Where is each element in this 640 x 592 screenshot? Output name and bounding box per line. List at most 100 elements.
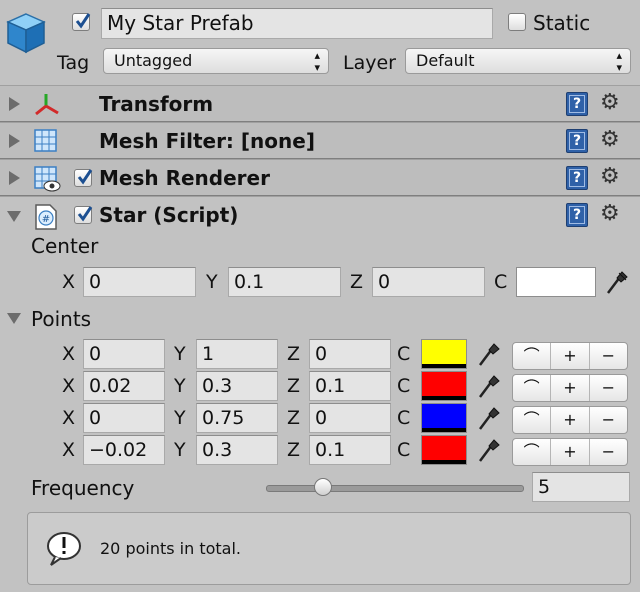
component-title: Mesh Renderer (99, 166, 270, 190)
layer-label: Layer (343, 52, 396, 74)
static-checkbox[interactable] (508, 13, 526, 31)
gear-icon[interactable]: ⚙ (600, 165, 620, 189)
point-x-field[interactable]: 0 (83, 403, 165, 433)
foldout-collapsed-icon[interactable] (9, 97, 20, 111)
center-z-field[interactable]: 0 (372, 267, 485, 297)
eyedropper-icon[interactable] (474, 403, 502, 433)
axis-label-c: C (397, 407, 411, 429)
point-z-field[interactable]: 0.1 (309, 435, 391, 465)
component-title: Transform (99, 92, 214, 116)
help-book-icon[interactable]: ? (566, 166, 588, 190)
help-book-icon[interactable]: ? (566, 129, 588, 153)
frequency-slider-thumb[interactable] (313, 478, 332, 496)
delete-point-button[interactable]: − (590, 407, 627, 433)
component-header-mesh-renderer[interactable]: Mesh Renderer ? ⚙ (0, 159, 640, 196)
points-foldout-icon[interactable] (7, 313, 21, 324)
axis-label-c: C (397, 343, 411, 365)
component-header-mesh-filter[interactable]: Mesh Filter: [none] ? ⚙ (0, 122, 640, 159)
tag-label: Tag (57, 52, 90, 74)
prefab-cube-icon (6, 13, 46, 54)
mesh-filter-icon (34, 129, 57, 152)
checkmark-icon (77, 169, 93, 185)
static-label: Static (533, 11, 591, 35)
frequency-slider-track[interactable] (266, 485, 524, 492)
axis-label-x: X (62, 271, 76, 293)
axis-label-z: Z (287, 407, 301, 429)
frequency-field[interactable]: 5 (532, 472, 630, 502)
checkmark-icon (77, 206, 93, 222)
point-z-field[interactable]: 0 (309, 403, 391, 433)
svg-text:#: # (42, 214, 50, 225)
help-book-icon[interactable]: ? (566, 92, 588, 116)
foldout-expanded-icon[interactable] (7, 211, 21, 222)
insert-point-button[interactable]: + (551, 439, 590, 465)
help-book-icon[interactable]: ? (566, 203, 588, 227)
center-x-field[interactable]: 0 (83, 267, 196, 297)
center-color-field[interactable] (516, 267, 596, 297)
insert-point-button[interactable]: + (551, 343, 590, 369)
point-y-field[interactable]: 1 (196, 339, 278, 369)
layer-dropdown[interactable]: Default ▴ ▾ (405, 48, 631, 74)
delete-point-button[interactable]: − (590, 375, 627, 401)
component-enabled-checkbox[interactable] (74, 169, 93, 187)
axis-label-z: Z (287, 343, 301, 365)
delete-point-button[interactable]: − (590, 439, 627, 465)
axis-label-x: X (62, 375, 76, 397)
component-header-star-script[interactable]: # Star (Script) ? ⚙ (0, 196, 640, 233)
foldout-collapsed-icon[interactable] (9, 134, 20, 148)
axis-label-y: Y (174, 343, 186, 365)
axis-label-x: X (62, 439, 76, 461)
object-name-field[interactable]: My Star Prefab (101, 8, 493, 39)
layer-dropdown-value: Default (416, 51, 475, 70)
axis-label-z: Z (287, 375, 301, 397)
help-message: 20 points in total. (100, 539, 242, 558)
point-z-field[interactable]: 0 (309, 339, 391, 369)
point-z-field[interactable]: 0.1 (309, 371, 391, 401)
foldout-collapsed-icon[interactable] (9, 171, 20, 185)
point-y-field[interactable]: 0.75 (196, 403, 278, 433)
eyedropper-icon[interactable] (474, 435, 502, 465)
move-point-button[interactable]: ⌒ (513, 375, 552, 401)
component-title: Star (Script) (99, 203, 239, 227)
transform-axes-icon (35, 94, 59, 116)
checkmark-icon (75, 13, 91, 29)
eyedropper-icon[interactable] (602, 267, 630, 297)
axis-label-y: Y (174, 439, 186, 461)
point-color-field[interactable] (421, 371, 467, 401)
object-active-checkbox[interactable] (72, 13, 91, 31)
axis-label-c: C (397, 375, 411, 397)
updown-arrows-icon: ▴ ▾ (616, 49, 622, 74)
center-y-field[interactable]: 0.1 (228, 267, 341, 297)
axis-label-z: Z (287, 439, 301, 461)
gear-icon[interactable]: ⚙ (600, 91, 620, 115)
axis-label-z: Z (350, 271, 364, 293)
insert-point-button[interactable]: + (551, 375, 590, 401)
axis-label-y: Y (206, 271, 218, 293)
point-color-field[interactable] (421, 339, 467, 369)
component-header-transform[interactable]: Transform ? ⚙ (0, 85, 640, 122)
mesh-renderer-icon (34, 166, 61, 192)
point-x-field[interactable]: −0.02 (83, 435, 165, 465)
move-point-button[interactable]: ⌒ (513, 439, 552, 465)
point-color-field[interactable] (421, 435, 467, 465)
component-title: Mesh Filter: [none] (99, 129, 315, 153)
delete-point-button[interactable]: − (590, 343, 627, 369)
eyedropper-icon[interactable] (474, 339, 502, 369)
insert-point-button[interactable]: + (551, 407, 590, 433)
tag-dropdown[interactable]: Untagged ▴ ▾ (103, 48, 329, 74)
tag-dropdown-value: Untagged (114, 51, 193, 70)
component-enabled-checkbox[interactable] (74, 206, 93, 224)
point-x-field[interactable]: 0.02 (83, 371, 165, 401)
point-y-field[interactable]: 0.3 (196, 435, 278, 465)
point-color-field[interactable] (421, 403, 467, 433)
axis-label-x: X (62, 343, 76, 365)
eyedropper-icon[interactable] (474, 371, 502, 401)
move-point-button[interactable]: ⌒ (513, 407, 552, 433)
point-row-buttons: ⌒ + − (512, 438, 628, 466)
gear-icon[interactable]: ⚙ (600, 128, 620, 152)
gear-icon[interactable]: ⚙ (600, 202, 620, 226)
move-point-button[interactable]: ⌒ (513, 343, 552, 369)
axis-label-c: C (397, 439, 411, 461)
point-y-field[interactable]: 0.3 (196, 371, 278, 401)
point-x-field[interactable]: 0 (83, 339, 165, 369)
